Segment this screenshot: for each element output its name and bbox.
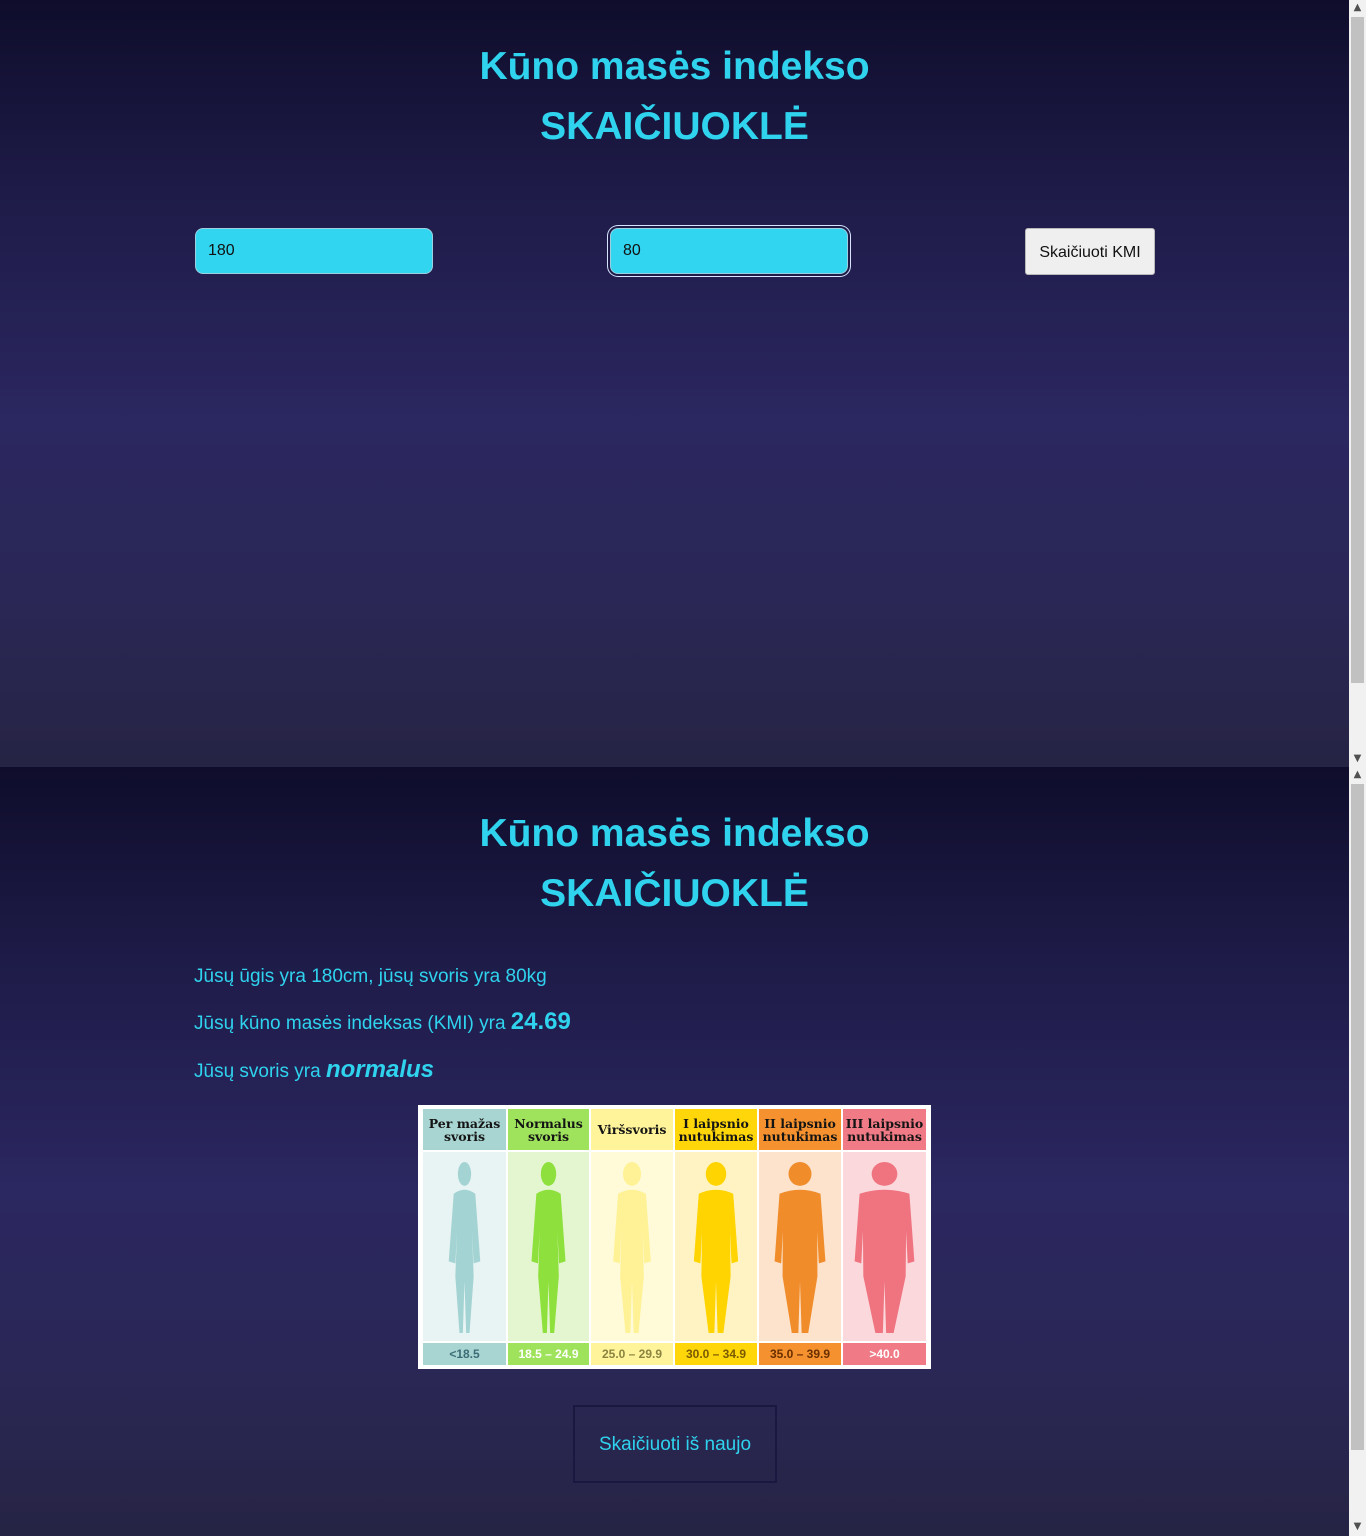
title-line2: SKAIČIUOKLĖ (540, 872, 809, 915)
scroll-up-icon[interactable]: ▲ (1349, 768, 1366, 782)
bmi-category-column: I laipsnio nutukimas 30.0 – 34.9 (674, 1109, 758, 1365)
bmi-category-column: Normalus svoris 18.5 – 24.9 (507, 1109, 590, 1365)
form-view: Kūno masės indekso SKAIČIUOKLĖ Skaičiuot… (0, 0, 1349, 767)
bmi-category-label: Per mažas svoris (423, 1109, 506, 1150)
height-input[interactable] (195, 228, 433, 274)
bmi-label: Jūsų kūno masės indeksas (KMI) yra (194, 1013, 511, 1034)
scroll-up-icon[interactable]: ▲ (1349, 1, 1366, 15)
scrollbar[interactable]: ▲ ▼ (1349, 767, 1366, 1536)
category-label: Jūsų svoris yra (194, 1061, 326, 1082)
title-line1: Kūno masės indekso (479, 45, 870, 88)
scrollbar-thumb[interactable] (1351, 784, 1364, 1450)
recalculate-button[interactable]: Skaičiuoti iš naujo (573, 1405, 777, 1483)
scrollbar-thumb[interactable] (1351, 17, 1364, 683)
title-line1: Kūno masės indekso (479, 812, 870, 855)
bmi-category-column: II laipsnio nutukimas 35.0 – 39.9 (758, 1109, 842, 1365)
body-silhouette-icon (675, 1152, 757, 1341)
bmi-result-text: Jūsų kūno masės indeksas (KMI) yra 24.69 (194, 1008, 571, 1036)
weight-input[interactable] (610, 228, 848, 274)
bmi-category-column: Per mažas svoris <18.5 (422, 1109, 507, 1365)
scroll-down-icon[interactable]: ▼ (1349, 752, 1366, 766)
body-silhouette-icon (759, 1152, 841, 1341)
bmi-range-label: 35.0 – 39.9 (759, 1343, 841, 1365)
category-value: normalus (325, 1056, 435, 1083)
result-view: Kūno masės indekso SKAIČIUOKLĖ Jūsų ūgis… (0, 767, 1349, 1536)
bmi-category-column: III laipsnio nutukimas >40.0 (842, 1109, 927, 1365)
bmi-range-label: >40.0 (843, 1343, 926, 1365)
page-title: Kūno masės indekso SKAIČIUOKLĖ (0, 37, 1349, 157)
bmi-range-label: <18.5 (423, 1343, 506, 1365)
bmi-chart-image: Per mažas svoris <18.5 Normalus svoris 18.5… (418, 1105, 931, 1369)
bmi-value: 24.69 (510, 1008, 571, 1035)
body-silhouette-icon (508, 1152, 589, 1341)
bmi-category-label: Normalus svoris (508, 1109, 589, 1150)
scrollbar[interactable]: ▲ ▼ (1349, 0, 1366, 767)
scroll-down-icon[interactable]: ▼ (1349, 1520, 1366, 1534)
bmi-category-label: III laipsnio nutukimas (843, 1109, 926, 1150)
body-silhouette-icon (591, 1152, 673, 1341)
title-line2: SKAIČIUOKLĖ (540, 105, 809, 148)
bmi-range-label: 30.0 – 34.9 (675, 1343, 757, 1365)
bmi-category-column: Viršsvoris 25.0 – 29.9 (590, 1109, 674, 1365)
height-weight-text: Jūsų ūgis yra 180cm, jūsų svoris yra 80k… (194, 966, 547, 987)
page-title: Kūno masės indekso SKAIČIUOKLĖ (0, 804, 1349, 924)
bmi-category-label: II laipsnio nutukimas (759, 1109, 841, 1150)
body-silhouette-icon (843, 1152, 926, 1341)
bmi-range-label: 18.5 – 24.9 (508, 1343, 589, 1365)
calculate-bmi-button[interactable]: Skaičiuoti KMI (1025, 228, 1155, 275)
bmi-category-label: I laipsnio nutukimas (675, 1109, 757, 1150)
category-text: Jūsų svoris yra normalus (194, 1056, 434, 1084)
bmi-range-label: 25.0 – 29.9 (591, 1343, 673, 1365)
body-silhouette-icon (423, 1152, 506, 1341)
bmi-category-label: Viršsvoris (591, 1109, 673, 1150)
